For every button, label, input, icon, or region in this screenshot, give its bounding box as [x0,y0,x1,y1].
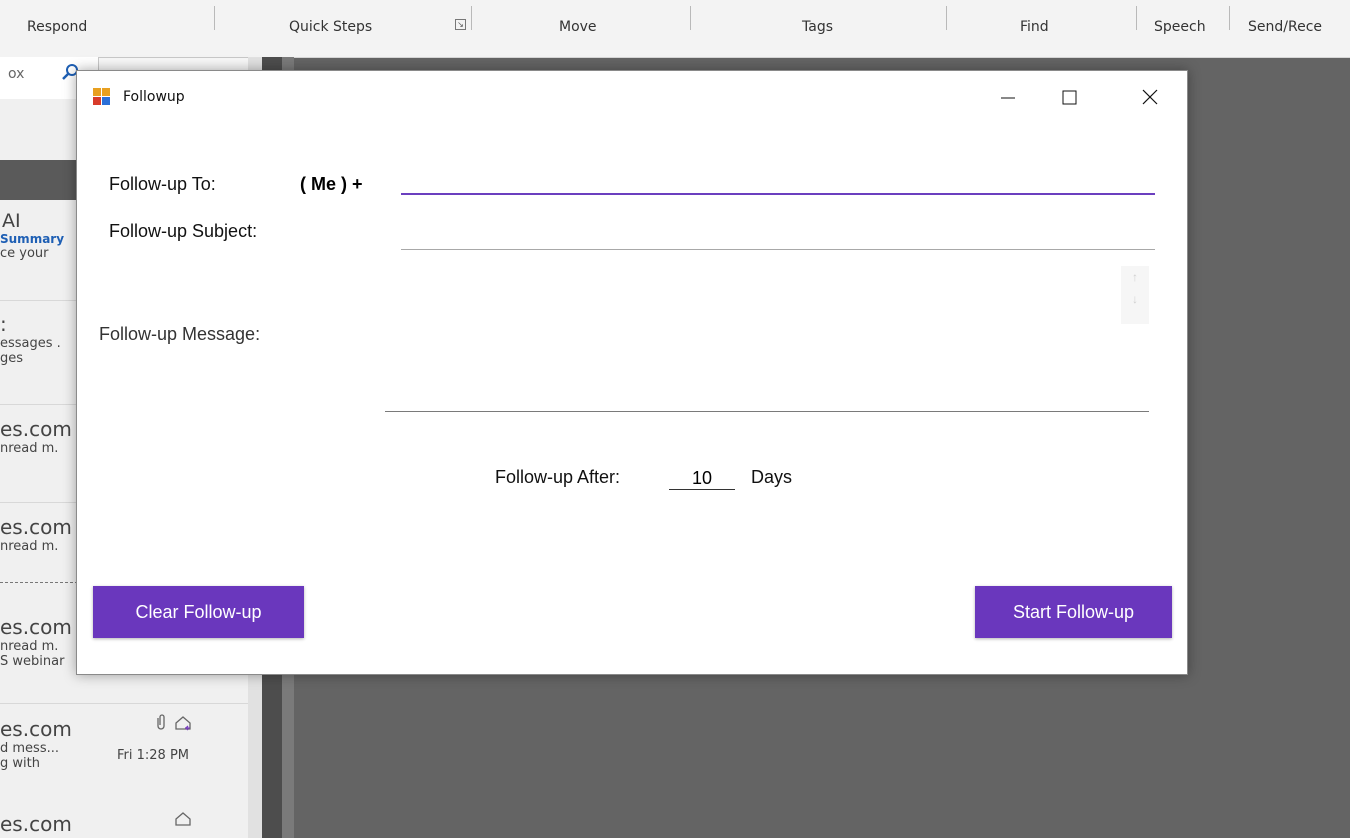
message-time: Fri 1:28 PM [117,748,190,763]
ribbon-group-speech: Speech [1154,19,1206,35]
ribbon-separator [946,6,947,30]
ribbon-group-send-receive: Send/Rece [1248,19,1322,35]
list-divider [0,703,248,704]
to-label: Follow-up To: [109,174,216,194]
followup-dialog: Followup Follow-up To: ( Me ) + Follow-u… [76,70,1188,675]
ribbon-separator [1229,6,1230,30]
subject-label: Follow-up Subject: [109,221,258,241]
ribbon-separator [1136,6,1137,30]
replied-envelope-icon [175,716,191,731]
ribbon-bar: Respond Quick Steps ↘ Move Tags Find Spe… [0,0,1350,58]
me-label: ( Me ) + [300,174,363,194]
ribbon-group-quick-steps: Quick Steps [289,19,373,35]
dialog-title: Followup [123,89,185,105]
maximize-icon[interactable] [1047,83,1091,111]
ribbon-group-find: Find [1020,19,1049,35]
message-label: Follow-up Message: [99,324,261,344]
envelope-icon [175,812,191,826]
start-followup-button[interactable]: Start Follow-up [975,586,1172,638]
close-icon[interactable] [1127,83,1171,111]
after-label: Follow-up After: [495,467,621,487]
days-input[interactable] [669,467,735,490]
clear-followup-button[interactable]: Clear Follow-up [93,586,304,638]
list-item[interactable]: es.com [0,812,248,836]
ribbon-separator [471,6,472,30]
ribbon-group-move: Move [559,19,597,35]
message-scrollbar[interactable]: ↑ ↓ [1121,266,1149,324]
attachment-icon [157,714,165,730]
dialog-launcher-icon[interactable]: ↘ [455,19,466,30]
scroll-down-icon[interactable]: ↓ [1121,288,1149,310]
minimize-icon[interactable] [985,83,1029,111]
days-label: Days [751,467,793,487]
ribbon-group-tags: Tags [802,19,833,35]
scroll-up-icon[interactable]: ↑ [1121,266,1149,288]
search-text: ox [8,66,25,82]
ribbon-separator [690,6,691,30]
dialog-titlebar[interactable]: Followup [77,71,1187,123]
subject-input[interactable] [401,223,1155,250]
to-input[interactable] [401,167,1155,195]
ribbon-separator [214,6,215,30]
message-input[interactable] [385,263,1149,412]
ribbon-group-respond: Respond [27,19,88,35]
app-icon [93,88,110,105]
